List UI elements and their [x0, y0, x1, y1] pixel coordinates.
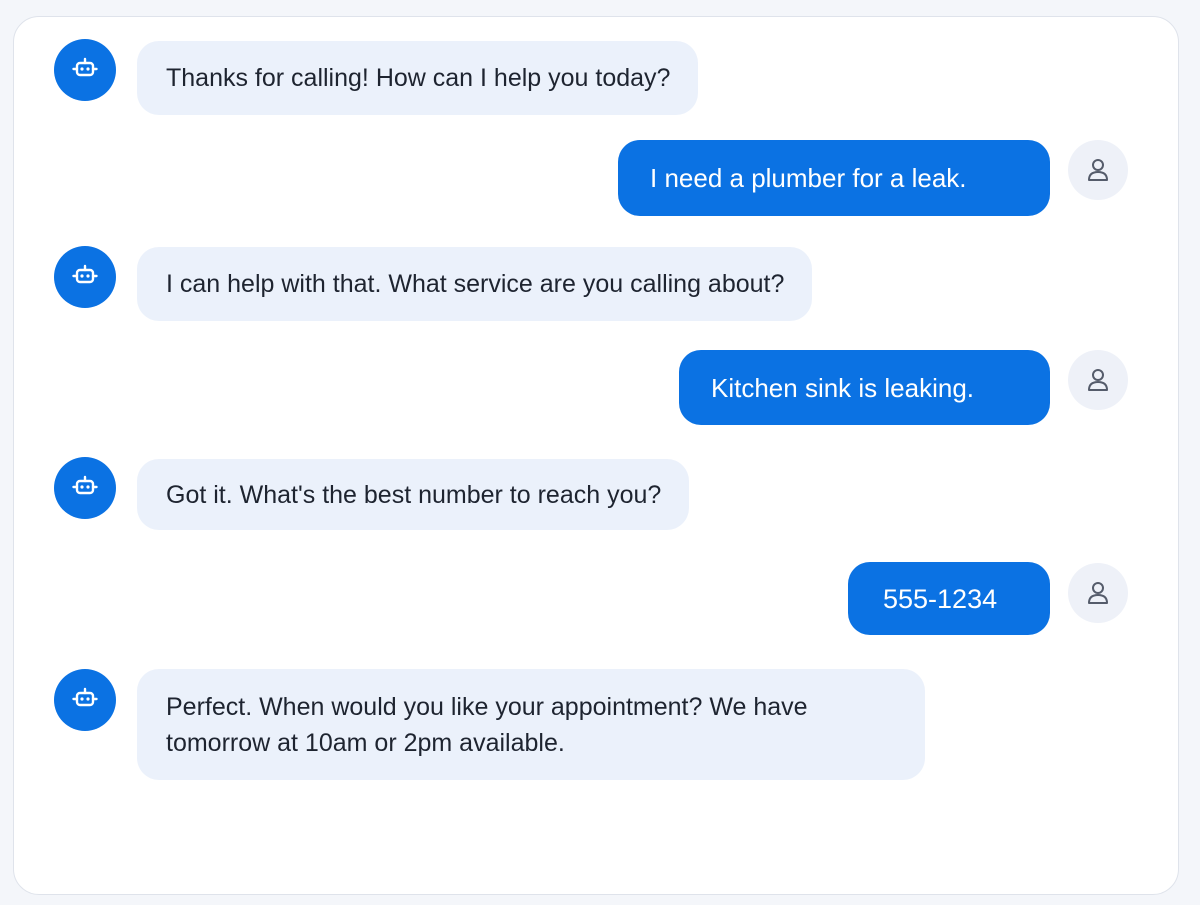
- user-icon: [1088, 369, 1108, 391]
- user-message: 555-1234: [848, 562, 1050, 635]
- bot-avatar: [54, 669, 116, 731]
- user-message: I need a plumber for a leak.: [618, 140, 1050, 216]
- bot-avatar: [54, 39, 116, 101]
- user-icon: [1088, 582, 1108, 604]
- robot-icon: [72, 475, 98, 495]
- user-message-text: Kitchen sink is leaking.: [711, 372, 975, 403]
- bot-message: Thanks for calling! How can I help you t…: [137, 41, 699, 115]
- user-avatar: [1068, 563, 1128, 623]
- user-avatar: [1068, 350, 1128, 410]
- robot-icon: [72, 264, 98, 284]
- robot-icon: [72, 57, 98, 77]
- bot-avatar: [54, 457, 116, 519]
- robot-icon: [72, 687, 98, 707]
- bot-message: Perfect. When would you like your appoin…: [137, 669, 925, 780]
- bot-avatar: [54, 246, 116, 308]
- user-message: Kitchen sink is leaking.: [679, 350, 1050, 425]
- bot-message: I can help with that. What service are y…: [137, 247, 813, 321]
- bot-message: Got it. What's the best number to reach …: [137, 459, 690, 530]
- user-message-text: 555-1234: [883, 583, 998, 614]
- bot-message-text: Perfect. When would you like your appoin…: [166, 692, 808, 757]
- user-icon: [1088, 159, 1108, 181]
- bot-message-text: I can help with that. What service are y…: [166, 270, 785, 298]
- bot-message-text: Got it. What's the best number to reach …: [166, 480, 662, 509]
- bot-message-text: Thanks for calling! How can I help you t…: [166, 64, 671, 92]
- user-avatar: [1068, 140, 1128, 200]
- user-message-text: I need a plumber for a leak.: [650, 163, 967, 193]
